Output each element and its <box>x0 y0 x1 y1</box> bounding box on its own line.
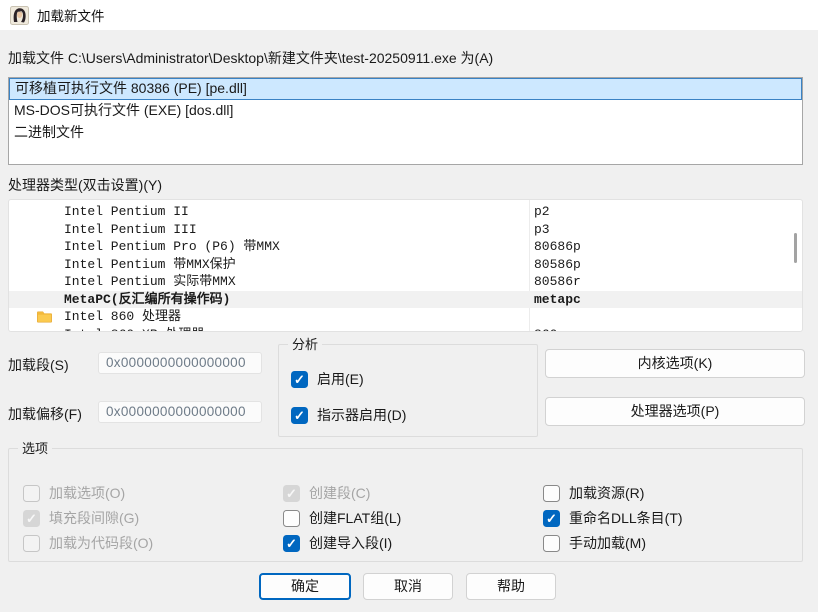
checkbox-create-segments: 创建段(C) <box>283 483 370 503</box>
check-icon <box>283 485 300 502</box>
processor-row[interactable]: Intel Pentium 带MMX保护 80586p <box>9 256 802 274</box>
load-new-file-dialog: 加载新文件 加载文件 C:\Users\Administrator\Deskto… <box>0 0 818 612</box>
processor-row[interactable]: Intel Pentium Pro (P6) 带MMX 80686p <box>9 238 802 256</box>
processor-type-list[interactable]: Intel Pentium II p2 Intel Pentium III p3… <box>8 199 803 332</box>
file-type-option[interactable]: MS-DOS可执行文件 (EXE) [dos.dll] <box>9 100 802 122</box>
checkbox-rename-dll-entries[interactable]: 重命名DLL条目(T) <box>543 508 683 528</box>
checkbox-box <box>543 485 560 502</box>
file-type-option[interactable]: 可移植可执行文件 80386 (PE) [pe.dll] <box>9 78 802 100</box>
checkbox-load-options: 加载选项(O) <box>23 483 125 503</box>
scrollbar-thumb[interactable] <box>794 233 797 263</box>
checkbox-box <box>23 485 40 502</box>
check-icon <box>291 407 308 424</box>
kernel-options-button[interactable]: 内核选项(K) <box>545 349 805 378</box>
checkbox-box <box>543 535 560 552</box>
check-icon <box>543 510 560 527</box>
processor-row-current[interactable]: MetaPC(反汇编所有操作码) metapc <box>9 291 802 309</box>
check-icon <box>544 486 559 501</box>
checkbox-box <box>283 535 300 552</box>
processor-options-button[interactable]: 处理器选项(P) <box>545 397 805 426</box>
check-icon <box>544 536 559 551</box>
check-icon <box>291 371 308 388</box>
ok-button[interactable]: 确定 <box>259 573 351 600</box>
cancel-button[interactable]: 取消 <box>363 573 453 600</box>
processor-type-label: 处理器类型(双击设置)(Y) <box>8 175 162 195</box>
checkbox-create-flat-group[interactable]: 创建FLAT组(L) <box>283 508 401 528</box>
options-group-title: 选项 <box>18 440 52 457</box>
help-button[interactable]: 帮助 <box>466 573 556 600</box>
processor-row[interactable]: Intel 860 XR 处理器 860xr <box>9 326 802 333</box>
load-offset-label: 加载偏移(F) <box>8 404 82 424</box>
check-icon <box>23 510 40 527</box>
check-icon <box>24 486 39 501</box>
checkbox-enable-analysis[interactable]: 启用(E) <box>291 369 364 389</box>
processor-row[interactable]: Intel Pentium II p2 <box>9 203 802 221</box>
file-prompt-label: 加载文件 C:\Users\Administrator\Desktop\新建文件… <box>8 48 493 68</box>
checkbox-load-as-code-segment: 加载为代码段(O) <box>23 533 153 553</box>
analysis-group-title: 分析 <box>288 336 322 353</box>
checkbox-box <box>291 407 308 424</box>
load-offset-input[interactable]: 0x0000000000000000 <box>98 401 262 423</box>
checkbox-box <box>283 485 300 502</box>
app-icon <box>10 6 29 25</box>
options-groupbox: 选项 加载选项(O) 填充段间隙(G) 加载为代码段(O) 创建段(C) 创建F… <box>8 448 803 562</box>
check-icon <box>24 536 39 551</box>
processor-row[interactable]: Intel Pentium III p3 <box>9 221 802 239</box>
processor-row[interactable]: Intel 860 处理器 <box>9 308 802 326</box>
check-icon <box>284 511 299 526</box>
checkbox-box <box>23 510 40 527</box>
file-type-listbox[interactable]: 可移植可执行文件 80386 (PE) [pe.dll] MS-DOS可执行文件… <box>8 77 803 165</box>
title-bar: 加载新文件 <box>0 0 818 30</box>
file-type-option[interactable]: 二进制文件 <box>9 122 802 144</box>
checkbox-manual-load[interactable]: 手动加载(M) <box>543 533 646 553</box>
checkbox-box <box>23 535 40 552</box>
checkbox-box <box>283 510 300 527</box>
window-title: 加载新文件 <box>37 5 105 25</box>
checkbox-fill-segment-gaps: 填充段间隙(G) <box>23 508 139 528</box>
load-segment-input[interactable]: 0x0000000000000000 <box>98 352 262 374</box>
load-segment-label: 加载段(S) <box>8 355 69 375</box>
checkbox-box <box>291 371 308 388</box>
checkbox-box <box>543 510 560 527</box>
analysis-groupbox: 分析 启用(E) 指示器启用(D) <box>278 344 538 437</box>
checkbox-indicator-enable[interactable]: 指示器启用(D) <box>291 405 406 425</box>
processor-row[interactable]: Intel Pentium 实际带MMX 80586r <box>9 273 802 291</box>
folder-icon <box>37 310 52 323</box>
check-icon <box>283 535 300 552</box>
checkbox-create-imports-segment[interactable]: 创建导入段(I) <box>283 533 392 553</box>
checkbox-load-resources[interactable]: 加载资源(R) <box>543 483 644 503</box>
